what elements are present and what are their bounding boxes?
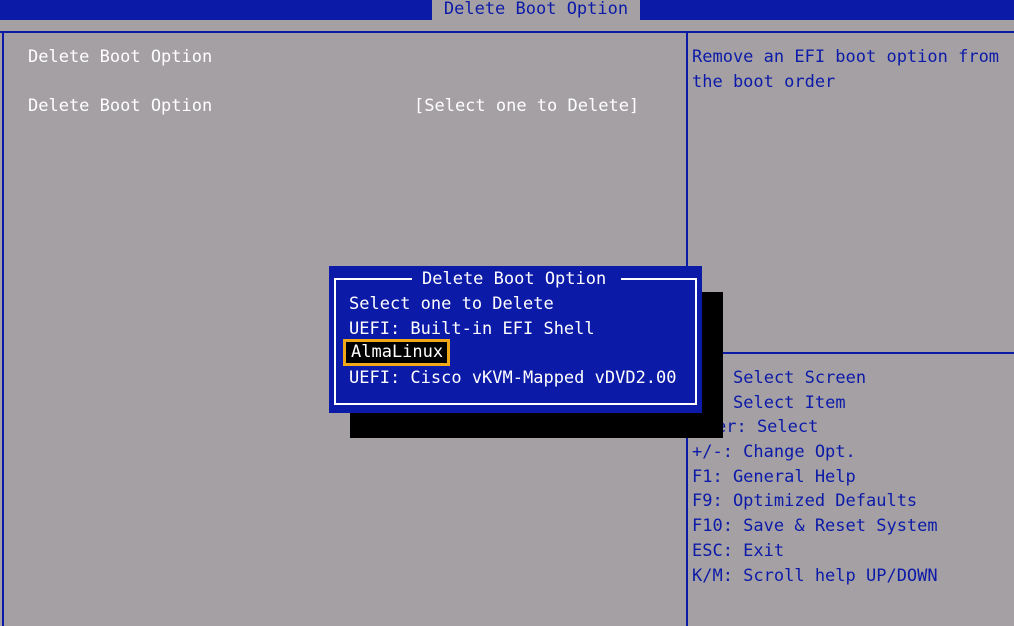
popup-frame-top-left	[334, 278, 412, 280]
popup-item-vkvm-vdvd[interactable]: UEFI: Cisco vKVM-Mapped vDVD2.00	[349, 366, 677, 391]
key-save-reset: F10: Save & Reset System	[692, 516, 938, 536]
option-value[interactable]: [Select one to Delete]	[414, 94, 639, 119]
key-change-opt: +/-: Change Opt.	[692, 442, 856, 462]
title-bar: Delete Boot Option	[0, 0, 1014, 20]
key-exit: ESC: Exit	[692, 541, 785, 561]
key-select-screen: Select Screen	[733, 368, 867, 388]
frame-divider-top	[0, 31, 1014, 33]
help-description-line1: Remove an EFI boot option from	[692, 47, 1000, 67]
section-title: Delete Boot Option	[28, 47, 213, 67]
option-label[interactable]: Delete Boot Option	[28, 94, 212, 119]
popup-frame-top-right	[621, 278, 695, 280]
popup-item-select-one[interactable]: Select one to Delete	[349, 292, 554, 317]
screen-tab-title: Delete Boot Option	[432, 0, 640, 20]
key-optimized-defaults: F9: Optimized Defaults	[692, 491, 918, 511]
frame-divider-left	[2, 31, 4, 626]
key-general-help: F1: General Help	[692, 467, 856, 487]
frame-divider-help	[688, 352, 1014, 354]
popup-title: Delete Boot Option	[422, 269, 607, 289]
delete-boot-option-dialog: Delete Boot Option Select one to Delete …	[329, 266, 702, 413]
popup-item-almalinux[interactable]: AlmaLinux	[343, 339, 451, 366]
key-select-item: Select Item	[733, 393, 846, 413]
key-scroll-help: K/M: Scroll help UP/DOWN	[692, 566, 938, 586]
key-enter-select: er: Select	[716, 417, 819, 437]
help-description-line2: the boot order	[692, 72, 836, 92]
